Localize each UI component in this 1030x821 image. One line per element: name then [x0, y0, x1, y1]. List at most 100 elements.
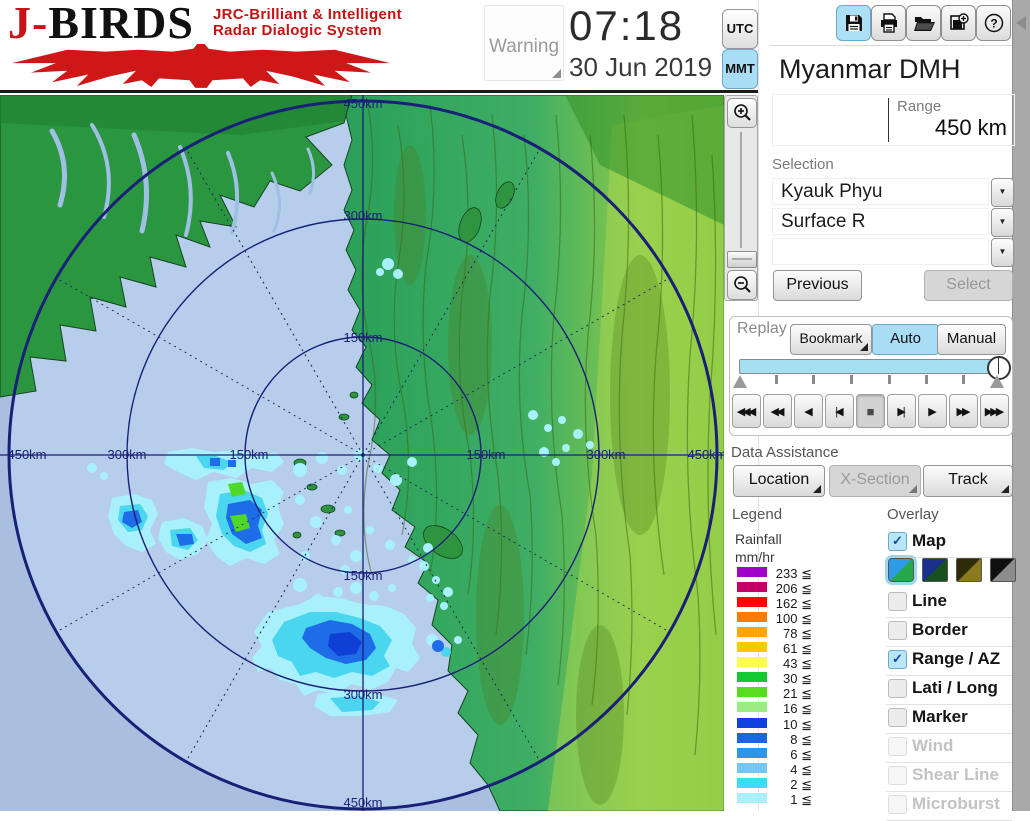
add-image-icon: [949, 13, 969, 30]
site-dropdown-arrow[interactable]: ▼: [991, 178, 1014, 207]
radar-map[interactable]: 450km 300km 150km 150km 300km 450km 450km 300km…: [0, 94, 727, 812]
legend-value: 61 ≦: [783, 641, 812, 656]
fast-rewind-button[interactable]: ◀◀: [763, 394, 792, 428]
previous-button[interactable]: Previous: [773, 270, 862, 301]
range-start-marker[interactable]: [733, 375, 747, 388]
legend-value: 233 ≦: [775, 566, 812, 581]
corner-menu-icon: [1001, 485, 1009, 493]
product-dropdown[interactable]: Surface R: [772, 208, 989, 235]
range-label: Range: [897, 98, 942, 115]
option-dropdown-arrow[interactable]: ▼: [991, 238, 1014, 267]
range-end-marker[interactable]: [990, 375, 1004, 388]
auto-mode-button[interactable]: Auto: [872, 324, 939, 355]
clock-time: 07:18: [569, 2, 685, 49]
map-style-swatch-4[interactable]: [990, 558, 1016, 582]
bookmark-label: Bookmark: [799, 330, 863, 346]
checkbox-checked[interactable]: ✓: [888, 650, 907, 669]
overlay-row-range-az: ✓ Range / AZ: [886, 646, 1012, 676]
map-zoom-control: [724, 95, 758, 301]
slider-tick: [812, 375, 815, 384]
slider-tick: [962, 375, 965, 384]
warning-label: Warning: [488, 36, 560, 57]
jump-last-button[interactable]: ▶▶▶: [980, 394, 1009, 428]
play-button[interactable]: ▶: [918, 394, 947, 428]
print-button[interactable]: [871, 5, 906, 41]
zoom-in-button[interactable]: [727, 98, 757, 128]
overlay-item-label: Lati / Long: [912, 678, 998, 697]
selection-label: Selection: [772, 156, 834, 173]
checkbox-unchecked[interactable]: [888, 621, 907, 640]
play-reverse-button[interactable]: ◀: [794, 394, 823, 428]
replay-slider-track[interactable]: [739, 359, 993, 374]
mmt-button[interactable]: MMT: [722, 49, 758, 89]
warning-button[interactable]: Warning: [484, 5, 564, 81]
product-dropdown-arrow[interactable]: ▼: [991, 208, 1014, 237]
print-icon: [880, 13, 897, 33]
data-assistance-label: Data Assistance: [731, 444, 839, 461]
overlay-row-lati-long: Lati / Long: [886, 675, 1012, 705]
open-file-button[interactable]: [906, 5, 941, 41]
eagle-logo-icon: [11, 43, 391, 88]
legend-value: 21 ≦: [783, 686, 812, 701]
overlay-item-label: Marker: [912, 707, 968, 726]
add-image-button[interactable]: [941, 5, 976, 41]
slider-tick: [888, 375, 891, 384]
location-button[interactable]: Location: [733, 465, 825, 497]
range-value: 450 km: [934, 115, 1007, 140]
save-button[interactable]: [836, 5, 871, 41]
save-icon: [845, 15, 862, 31]
legend-value: 2 ≦: [790, 777, 812, 792]
checkbox-unchecked[interactable]: [888, 708, 907, 727]
legend-value: 206 ≦: [775, 581, 812, 596]
slider-tick: [850, 375, 853, 384]
zoom-slider-track[interactable]: [740, 132, 742, 248]
legend-unit-label: Rainfall: [735, 531, 782, 547]
overlay-item-label: Microburst: [912, 794, 1000, 813]
chevron-down-icon: ▼: [998, 217, 1007, 226]
step-forward-button[interactable]: ▶|: [887, 394, 916, 428]
manual-mode-button[interactable]: Manual: [937, 324, 1006, 355]
panel-collapse-arrow-icon[interactable]: [1016, 16, 1026, 30]
legend-value: 162 ≦: [775, 596, 812, 611]
slider-tick: [775, 375, 778, 384]
overlay-row-map: ✓ Map: [886, 528, 1012, 558]
track-button[interactable]: Track: [923, 465, 1013, 497]
step-back-button[interactable]: |◀: [825, 394, 854, 428]
distance-label: 450km: [343, 795, 382, 810]
fast-forward-button[interactable]: ▶▶: [949, 394, 978, 428]
overlay-row-marker: Marker: [886, 704, 1012, 734]
help-button[interactable]: ?: [976, 5, 1011, 41]
map-style-swatch-3[interactable]: [956, 558, 982, 582]
corner-menu-icon: [909, 485, 917, 493]
map-style-swatch-2[interactable]: [922, 558, 948, 582]
zoom-slider-handle[interactable]: [727, 251, 757, 268]
zoom-out-button[interactable]: [727, 270, 757, 300]
legend-value: 16 ≦: [783, 701, 812, 716]
legend-value: 4 ≦: [790, 762, 812, 777]
checkbox-checked[interactable]: ✓: [888, 532, 907, 551]
bookmark-button[interactable]: Bookmark: [790, 324, 872, 355]
utc-button[interactable]: UTC: [722, 9, 758, 49]
site-dropdown[interactable]: Kyauk Phyu: [772, 178, 989, 205]
corner-menu-icon: [813, 485, 821, 493]
replay-label: Replay: [737, 320, 787, 337]
clock-date: 30 Jun 2019: [569, 52, 713, 82]
overlay-item-label: Range / AZ: [912, 649, 1001, 668]
checkbox-unchecked[interactable]: [888, 592, 907, 611]
help-icon: ?: [984, 13, 1003, 33]
jump-first-button[interactable]: ◀◀◀: [732, 394, 761, 428]
map-style-swatch-1[interactable]: [888, 558, 914, 582]
stop-button[interactable]: ■: [856, 394, 885, 428]
checkbox-unchecked[interactable]: [888, 679, 907, 698]
option-dropdown[interactable]: [772, 238, 989, 265]
distance-label: 300km: [343, 208, 382, 223]
legend-value: 43 ≦: [783, 656, 812, 671]
magnifier-minus-icon: [734, 276, 751, 293]
magnifier-plus-icon: [734, 104, 751, 121]
distance-label: 450km: [343, 96, 382, 111]
radar-map-canvas: 450km 300km 150km 150km 300km 450km 450km 300km…: [0, 94, 727, 812]
location-label: Location: [748, 471, 810, 488]
checkbox-unchecked: [888, 766, 907, 785]
legend-value: 100 ≦: [775, 611, 812, 626]
playback-controls: ◀◀◀ ◀◀ ◀ |◀ ■ ▶| ▶ ▶▶ ▶▶▶: [732, 394, 1013, 428]
